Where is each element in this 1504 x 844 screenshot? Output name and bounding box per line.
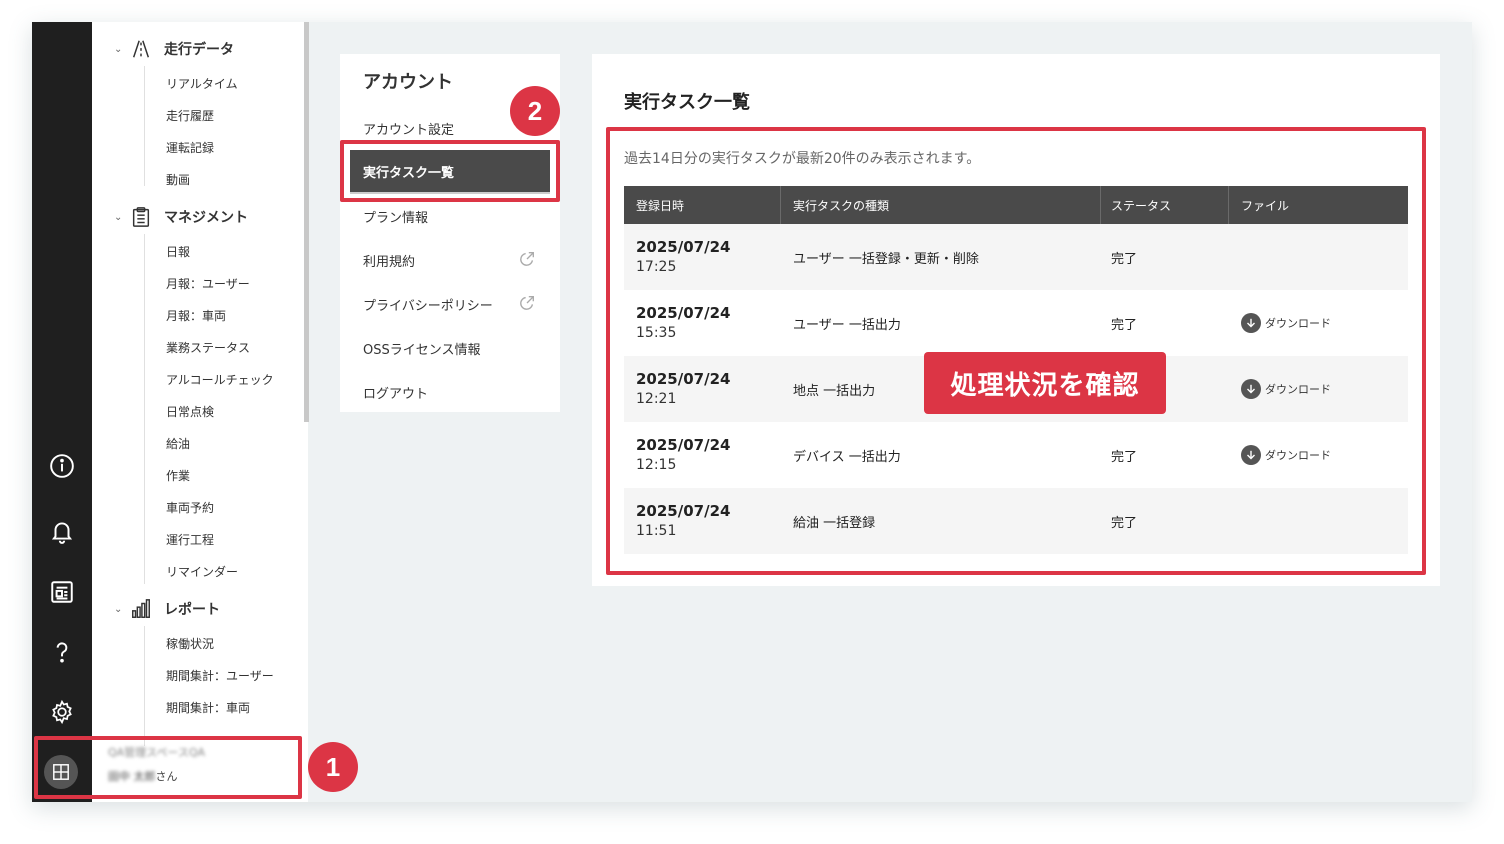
sidebar-section-label: 走行データ [164,42,234,58]
sidebar-item-period-vehicle[interactable]: 期間集計：車両 [166,699,250,717]
sidebar-section-driving-data[interactable]: ⌄ 走行データ [92,36,308,62]
tree-line [144,234,145,584]
menu-item-label: OSSライセンス情報 [363,342,481,358]
sidebar-item-vehicle-reservation[interactable]: 車両予約 [166,499,214,517]
menu-item-label: プラン情報 [363,210,429,226]
sidebar-scrollbar[interactable] [304,22,309,422]
chevron-down-icon: ⌄ [114,603,123,615]
sidebar: ⌄ 走行データ リアルタイム 走行履歴 運転記録 動画 ⌄ マネジメント 日報 … [92,22,308,802]
highlight-user-account [34,736,302,799]
chevron-down-icon: ⌄ [114,43,123,55]
gear-icon[interactable] [48,698,76,726]
menu-item-plan-info[interactable]: プラン情報 [350,196,550,236]
menu-item-label: 利用規約 [363,254,416,270]
sidebar-section-management[interactable]: ⌄ マネジメント [92,204,308,230]
step-badge-2: 2 [510,86,560,136]
sidebar-item-driving-record[interactable]: 運転記録 [166,139,214,157]
external-link-icon [520,296,534,310]
sidebar-item-alcohol-check[interactable]: アルコールチェック [166,371,274,389]
menu-item-logout[interactable]: ログアウト [350,372,550,412]
sidebar-item-history[interactable]: 走行履歴 [166,107,214,125]
help-icon[interactable] [48,638,76,666]
sidebar-item-monthly-user[interactable]: 月報：ユーザー [166,275,250,293]
bell-icon[interactable] [48,517,76,545]
sidebar-section-label: レポート [164,602,220,618]
external-link-icon [520,252,534,266]
menu-item-label: アカウント設定 [363,122,455,138]
icon-rail [32,22,92,802]
sidebar-item-period-user[interactable]: 期間集計：ユーザー [166,667,274,685]
sidebar-section-label: マネジメント [164,210,248,226]
sidebar-item-video[interactable]: 動画 [166,171,190,189]
step-badge-1: 1 [308,742,358,792]
tree-line [144,626,145,746]
sidebar-item-work[interactable]: 作業 [166,467,190,485]
sidebar-item-daily-report[interactable]: 日報 [166,243,190,261]
bar-chart-icon [128,596,154,622]
info-icon[interactable] [48,452,76,480]
sidebar-item-reminder[interactable]: リマインダー [166,563,238,581]
sidebar-item-realtime[interactable]: リアルタイム [166,75,238,93]
account-menu-title: アカウント [363,72,453,93]
sidebar-item-utilization[interactable]: 稼働状況 [166,635,214,653]
sidebar-item-daily-inspection[interactable]: 日常点検 [166,403,214,421]
sidebar-item-fuel[interactable]: 給油 [166,435,190,453]
menu-item-label: プライバシーポリシー [363,298,493,314]
news-icon[interactable] [48,578,76,606]
menu-item-oss-license[interactable]: OSSライセンス情報 [350,328,550,368]
menu-item-terms[interactable]: 利用規約 [350,240,550,280]
sidebar-item-operation-schedule[interactable]: 運行工程 [166,531,214,549]
highlight-task-list-menu [340,140,560,202]
highlight-task-table [606,127,1426,575]
tree-line [144,66,145,186]
clipboard-icon [128,204,154,230]
sidebar-item-work-status[interactable]: 業務ステータス [166,339,250,357]
road-icon [128,36,154,62]
page-title: 実行タスク一覧 [624,92,750,113]
sidebar-item-monthly-vehicle[interactable]: 月報：車両 [166,307,226,325]
callout-check-status: 処理状況を確認 [924,352,1166,414]
menu-item-privacy-policy[interactable]: プライバシーポリシー [350,284,550,324]
menu-item-label: ログアウト [363,386,429,402]
chevron-down-icon: ⌄ [114,211,123,223]
sidebar-section-report[interactable]: ⌄ レポート [92,596,308,622]
